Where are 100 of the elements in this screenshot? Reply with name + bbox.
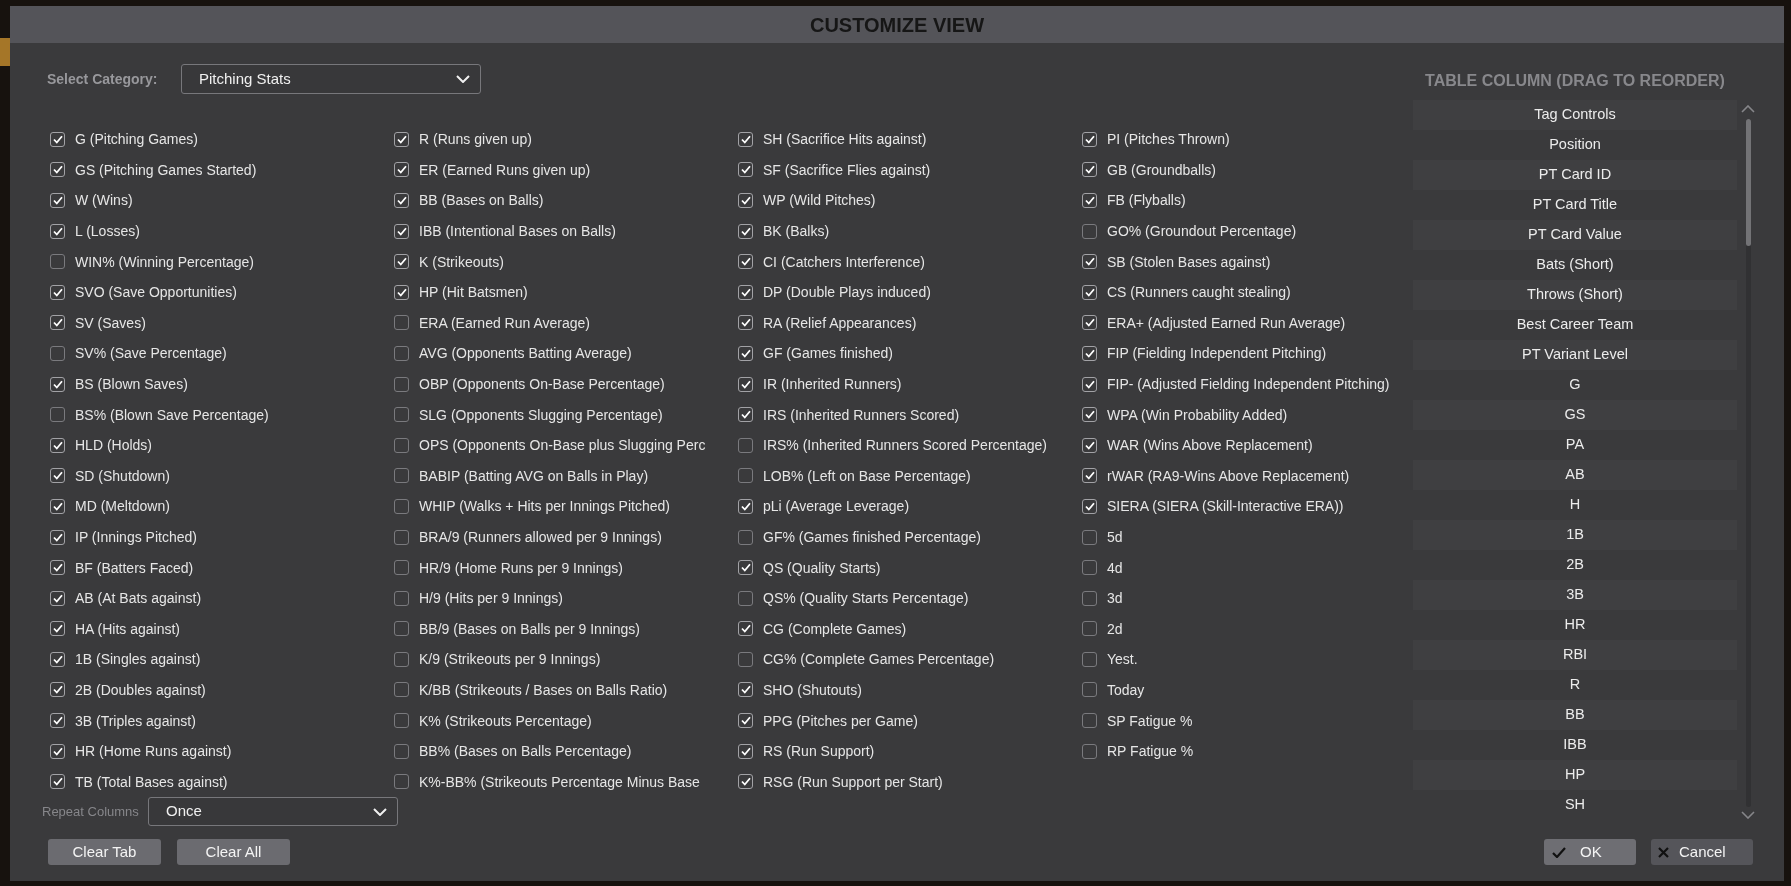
checkbox[interactable] [50, 621, 65, 637]
checkbox[interactable] [394, 193, 409, 208]
checkbox[interactable] [738, 743, 753, 759]
checkbox-label[interactable]: GB (Groundballs) [1107, 162, 1216, 177]
checkbox-label[interactable]: WHIP (Walks + Hits per Innings Pitched) [419, 499, 670, 514]
checkbox-label[interactable]: HP (Hit Batsmen) [419, 285, 528, 300]
checkbox-label[interactable]: BS% (Blown Save Percentage) [75, 407, 269, 422]
checkbox[interactable] [1082, 560, 1097, 576]
checkbox[interactable] [50, 284, 65, 300]
checkbox[interactable] [50, 651, 65, 667]
checkbox[interactable] [394, 345, 409, 361]
checkbox-label[interactable]: K%-BB% (Strikeouts Percentage Minus Base [419, 774, 700, 789]
checkbox[interactable] [50, 498, 65, 514]
checkbox[interactable] [394, 651, 409, 667]
checkbox-label[interactable]: FIP- (Adjusted Fielding Independent Pitching) [1107, 377, 1390, 392]
checkbox-label[interactable]: QS% (Quality Starts Percentage) [763, 591, 969, 606]
checkbox-label[interactable]: G (Pitching Games) [75, 132, 198, 147]
checkbox-label[interactable]: WP (Wild Pitches) [763, 193, 876, 208]
checkbox-label[interactable]: FIP (Fielding Independent Pitching) [1107, 346, 1327, 361]
checkbox-label[interactable]: RS (Run Support) [763, 744, 875, 759]
checkbox-label[interactable]: PI (Pitches Thrown) [1107, 132, 1230, 147]
checkbox[interactable] [1082, 468, 1097, 484]
checkbox[interactable] [50, 254, 65, 270]
checkbox-label[interactable]: DP (Double Plays induced) [763, 285, 931, 300]
checkbox-label[interactable]: 3B (Triples against) [75, 713, 196, 728]
checkbox[interactable] [738, 682, 753, 698]
checkbox[interactable] [1082, 590, 1097, 606]
checkbox-label[interactable]: RP Fatigue % [1107, 744, 1194, 759]
checkbox-label[interactable]: BABIP (Batting AVG on Balls in Play) [419, 468, 649, 483]
checkbox-label[interactable]: 2B (Doubles against) [75, 683, 206, 697]
checkbox[interactable] [50, 468, 65, 484]
checkbox-label[interactable]: SF (Sacrifice Flies against) [763, 162, 931, 177]
checkbox-label[interactable]: 5d [1107, 530, 1123, 544]
ok-button[interactable]: OK [1544, 839, 1636, 865]
checkbox-label[interactable]: ERA (Earned Run Average) [419, 315, 590, 330]
checkbox[interactable] [1082, 407, 1097, 423]
checkbox[interactable] [50, 315, 65, 331]
table-column-item[interactable]: PT Card Value [1413, 220, 1737, 250]
checkbox[interactable] [738, 437, 753, 453]
checkbox-label[interactable]: pLi (Average Leverage) [763, 499, 910, 514]
checkbox[interactable] [394, 131, 409, 147]
table-column-item[interactable]: AB [1413, 460, 1737, 490]
checkbox-label[interactable]: SH (Sacrifice Hits against) [763, 132, 927, 147]
checkbox-label[interactable]: SLG (Opponents Slugging Percentage) [419, 407, 663, 422]
checkbox-label[interactable]: BF (Batters Faced) [75, 560, 194, 575]
checkbox-label[interactable]: K/9 (Strikeouts per 9 Innings) [419, 652, 601, 667]
checkbox[interactable] [1082, 193, 1097, 208]
checkbox[interactable] [1082, 621, 1097, 637]
checkbox-label[interactable]: BK (Balks) [763, 224, 830, 239]
table-column-item[interactable]: PT Variant Level [1413, 340, 1737, 370]
checkbox[interactable] [1082, 315, 1097, 331]
checkbox[interactable] [738, 498, 753, 514]
checkbox[interactable] [1082, 713, 1097, 729]
checkbox-label[interactable]: FB (Flyballs) [1107, 193, 1186, 208]
checkbox-label[interactable]: GO% (Groundout Percentage) [1107, 224, 1297, 239]
checkbox-label[interactable]: GS (Pitching Games Started) [75, 162, 257, 177]
checkbox[interactable] [50, 590, 65, 606]
checkbox-label[interactable]: OPS (Opponents On-Base plus Slugging Perc [419, 438, 706, 453]
checkbox[interactable] [738, 468, 753, 484]
checkbox[interactable] [1082, 743, 1097, 759]
checkbox[interactable] [738, 193, 753, 208]
checkbox[interactable] [738, 774, 753, 790]
checkbox-label[interactable]: SVO (Save Opportunities) [75, 285, 237, 300]
table-column-item[interactable]: HP [1413, 760, 1737, 790]
checkbox[interactable] [1082, 345, 1097, 361]
table-column-item[interactable]: Throws (Short) [1413, 280, 1737, 310]
checkbox[interactable] [1082, 682, 1097, 698]
checkbox-label[interactable]: L (Losses) [75, 224, 140, 239]
checkbox-label[interactable]: W (Wins) [75, 193, 133, 208]
checkbox-label[interactable]: K (Strikeouts) [419, 254, 504, 269]
checkbox-label[interactable]: RA (Relief Appearances) [763, 315, 917, 330]
checkbox-label[interactable]: SV (Saves) [75, 315, 146, 330]
checkbox[interactable] [738, 713, 753, 729]
checkbox[interactable] [50, 713, 65, 729]
checkbox-label[interactable]: CG% (Complete Games Percentage) [763, 652, 995, 667]
checkbox[interactable] [50, 407, 65, 423]
checkbox[interactable] [394, 407, 409, 423]
checkbox[interactable] [1082, 284, 1097, 300]
checkbox[interactable] [50, 345, 65, 361]
table-column-item[interactable]: PT Card ID [1413, 160, 1737, 190]
checkbox[interactable] [394, 682, 409, 698]
checkbox-label[interactable]: BRA/9 (Runners allowed per 9 Innings) [419, 530, 662, 544]
checkbox-label[interactable]: WPA (Win Probability Added) [1107, 407, 1288, 422]
checkbox-label[interactable]: H/9 (Hits per 9 Innings) [419, 591, 563, 606]
checkbox-label[interactable]: CS (Runners caught stealing) [1107, 285, 1291, 300]
clear-button[interactable]: Clear Tab [48, 839, 161, 866]
checkbox[interactable] [1082, 131, 1097, 147]
checkbox[interactable] [1082, 651, 1097, 667]
checkbox-label[interactable]: IRS (Inherited Runners Scored) [763, 407, 960, 422]
checkbox[interactable] [394, 315, 409, 331]
checkbox-label[interactable]: K% (Strikeouts Percentage) [419, 713, 592, 728]
checkbox[interactable] [738, 376, 753, 392]
checkbox-label[interactable]: 3d [1107, 591, 1123, 606]
table-column-item[interactable]: 1B [1413, 520, 1737, 550]
checkbox[interactable] [1082, 223, 1097, 239]
checkbox-label[interactable]: Today [1107, 683, 1145, 697]
checkbox-label[interactable]: IBB (Intentional Bases on Balls) [419, 224, 616, 239]
checkbox[interactable] [738, 162, 753, 178]
checkbox-label[interactable]: GF% (Games finished Percentage) [763, 530, 981, 544]
checkbox-label[interactable]: 4d [1107, 560, 1123, 575]
